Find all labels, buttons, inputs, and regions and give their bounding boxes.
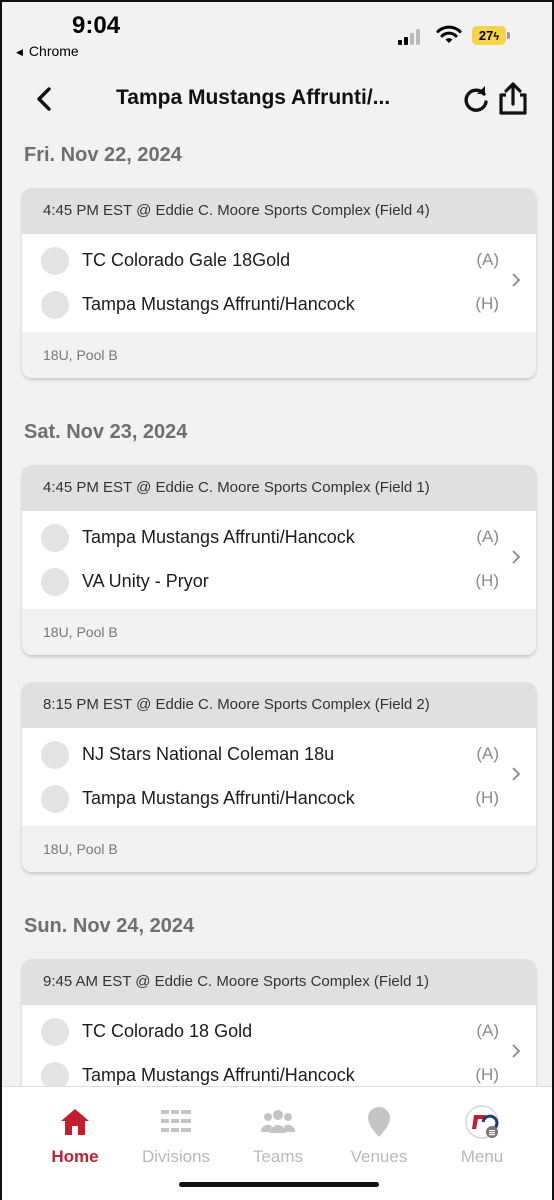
away-home-indicator: (A) bbox=[476, 1021, 499, 1040]
home-icon bbox=[61, 1109, 89, 1135]
tab-home[interactable]: Home bbox=[25, 1105, 125, 1167]
app-screen: 9:04 ◀ Chrome 27ϟ Tampa Mustangs Affrunti… bbox=[0, 0, 554, 1200]
team-logo-placeholder bbox=[41, 785, 69, 813]
team-logo-placeholder bbox=[41, 568, 69, 596]
team-row: TC Colorado 18 Gold (A) bbox=[22, 1008, 536, 1052]
team-logo-placeholder bbox=[41, 1062, 69, 1086]
game-card[interactable]: 4:45 PM EST @ Eddie C. Moore Sports Comp… bbox=[22, 188, 536, 378]
home-indicator bbox=[179, 1182, 379, 1187]
tab-label: Divisions bbox=[141, 1147, 211, 1166]
team-row: Tampa Mustangs Affrunti/Hancock (H) bbox=[22, 1052, 536, 1086]
game-time-venue: 4:45 PM EST @ Eddie C. Moore Sports Comp… bbox=[22, 188, 536, 234]
tab-teams[interactable]: Teams bbox=[228, 1105, 328, 1167]
team-logo-placeholder bbox=[41, 741, 69, 769]
team-name: Tampa Mustangs Affrunti/Hancock bbox=[82, 1065, 355, 1085]
back-chevron-icon[interactable] bbox=[30, 84, 58, 114]
tab-label: Teams bbox=[252, 1147, 304, 1166]
game-time-venue: 4:45 PM EST @ Eddie C. Moore Sports Comp… bbox=[22, 465, 536, 511]
back-app-label: Chrome bbox=[28, 43, 79, 59]
away-home-indicator: (A) bbox=[476, 250, 499, 269]
division-pool-label: 18U, Pool B bbox=[22, 332, 536, 378]
team-logo-placeholder bbox=[41, 1018, 69, 1046]
cellular-signal-icon bbox=[398, 29, 424, 45]
team-name: TC Colorado Gale 18Gold bbox=[82, 250, 291, 270]
back-to-app-link[interactable]: ◀ Chrome bbox=[16, 43, 79, 59]
status-bar: 9:04 ◀ Chrome 27ϟ bbox=[2, 2, 552, 66]
away-home-indicator: (H) bbox=[475, 571, 499, 590]
game-time-venue: 8:15 PM EST @ Eddie C. Moore Sports Comp… bbox=[22, 682, 536, 728]
teams-icon bbox=[261, 1110, 295, 1133]
date-heading: Fri. Nov 22, 2024 bbox=[24, 144, 182, 166]
division-pool-label: 18U, Pool B bbox=[22, 826, 536, 872]
app-logo-icon bbox=[465, 1105, 499, 1139]
battery-icon: 27ϟ bbox=[472, 26, 510, 45]
page-title: Tampa Mustangs Affrunti/... bbox=[116, 86, 391, 109]
tab-label: Home bbox=[51, 1147, 99, 1166]
game-card[interactable]: 8:15 PM EST @ Eddie C. Moore Sports Comp… bbox=[22, 682, 536, 872]
team-name: NJ Stars National Coleman 18u bbox=[82, 744, 335, 764]
share-icon[interactable] bbox=[496, 82, 530, 116]
chevron-right-icon bbox=[512, 273, 521, 287]
away-home-indicator: (H) bbox=[475, 294, 499, 313]
refresh-icon[interactable] bbox=[460, 84, 492, 116]
nav-header: Tampa Mustangs Affrunti/... bbox=[2, 72, 552, 126]
date-heading: Sun. Nov 24, 2024 bbox=[24, 915, 195, 937]
team-name: VA Unity - Pryor bbox=[82, 571, 209, 591]
battery-level: 27 bbox=[478, 28, 494, 43]
tab-label: Venues bbox=[350, 1147, 408, 1166]
back-triangle-icon: ◀ bbox=[16, 47, 23, 57]
divisions-icon bbox=[161, 1110, 191, 1132]
team-name: TC Colorado 18 Gold bbox=[82, 1021, 253, 1041]
chevron-right-icon bbox=[512, 550, 521, 564]
team-name: Tampa Mustangs Affrunti/Hancock bbox=[82, 294, 355, 314]
team-name: Tampa Mustangs Affrunti/Hancock bbox=[82, 788, 355, 808]
away-home-indicator: (H) bbox=[475, 788, 499, 807]
away-home-indicator: (A) bbox=[476, 744, 499, 763]
team-row: Tampa Mustangs Affrunti/Hancock (A) bbox=[22, 514, 536, 558]
away-home-indicator: (H) bbox=[475, 1065, 499, 1084]
chevron-right-icon bbox=[512, 1044, 521, 1058]
division-pool-label: 18U, Pool B bbox=[22, 609, 536, 655]
chevron-right-icon bbox=[512, 767, 521, 781]
team-row: TC Colorado Gale 18Gold (A) bbox=[22, 237, 536, 281]
location-pin-icon bbox=[368, 1107, 390, 1137]
team-logo-placeholder bbox=[41, 291, 69, 319]
game-time-venue: 9:45 AM EST @ Eddie C. Moore Sports Comp… bbox=[22, 959, 536, 1005]
tab-divisions[interactable]: Divisions bbox=[126, 1105, 226, 1167]
game-card[interactable]: 4:45 PM EST @ Eddie C. Moore Sports Comp… bbox=[22, 465, 536, 655]
team-row: Tampa Mustangs Affrunti/Hancock (H) bbox=[22, 281, 536, 325]
team-row: Tampa Mustangs Affrunti/Hancock (H) bbox=[22, 775, 536, 819]
away-home-indicator: (A) bbox=[476, 527, 499, 546]
team-row: NJ Stars National Coleman 18u (A) bbox=[22, 731, 536, 775]
tab-menu[interactable]: Menu bbox=[432, 1105, 532, 1167]
status-time: 9:04 bbox=[72, 12, 121, 39]
schedule-list[interactable]: Fri. Nov 22, 2024 4:45 PM EST @ Eddie C.… bbox=[2, 126, 552, 1086]
team-logo-placeholder bbox=[41, 247, 69, 275]
game-card[interactable]: 9:45 AM EST @ Eddie C. Moore Sports Comp… bbox=[22, 959, 536, 1086]
team-name: Tampa Mustangs Affrunti/Hancock bbox=[82, 527, 355, 547]
date-heading: Sat. Nov 23, 2024 bbox=[24, 421, 188, 443]
wifi-icon bbox=[436, 25, 462, 43]
team-logo-placeholder bbox=[41, 524, 69, 552]
tab-venues[interactable]: Venues bbox=[329, 1105, 429, 1167]
tab-label: Menu bbox=[460, 1147, 504, 1166]
team-row: VA Unity - Pryor (H) bbox=[22, 558, 536, 602]
